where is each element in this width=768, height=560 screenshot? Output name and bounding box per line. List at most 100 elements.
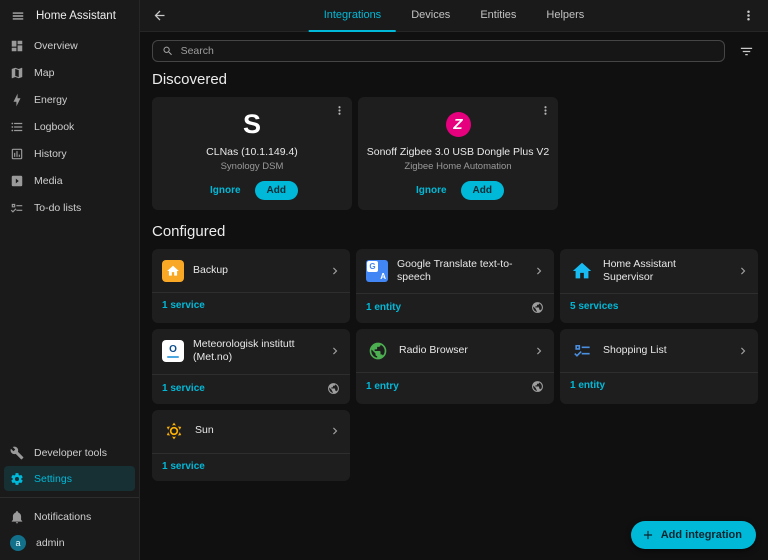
entities-link[interactable]: 1 service xyxy=(162,383,205,394)
entities-link[interactable]: 1 entity xyxy=(570,380,605,391)
discovered-subtitle: Synology DSM xyxy=(220,161,284,172)
tab-entities[interactable]: Entities xyxy=(465,0,531,32)
sidebar-item-user[interactable]: a admin xyxy=(4,530,135,555)
card-menu-button[interactable] xyxy=(331,102,348,119)
view-dashboard-icon xyxy=(10,39,24,53)
discovered-subtitle: Zigbee Home Automation xyxy=(404,161,512,172)
cloud-polling-icon xyxy=(327,382,340,395)
integration-row[interactable]: Backup xyxy=(152,249,350,293)
google-translate-icon: GA xyxy=(366,260,388,283)
integration-footer: 1 service xyxy=(152,293,350,320)
integration-row[interactable]: GA Google Translate text-to-speech xyxy=(356,249,554,295)
chart-box-icon xyxy=(10,147,24,161)
plus-icon xyxy=(641,528,655,542)
filter-icon xyxy=(739,44,754,59)
discovered-actions: Ignore Add xyxy=(366,181,550,200)
chevron-right-icon xyxy=(328,264,342,278)
integration-row[interactable]: Radio Browser xyxy=(356,329,554,374)
integration-card-backup: Backup 1 service xyxy=(152,249,350,324)
integration-footer: 1 service xyxy=(152,454,350,481)
add-integration-button[interactable]: Add integration xyxy=(630,521,756,549)
radio-browser-icon xyxy=(366,339,390,363)
sidebar-item-energy[interactable]: Energy xyxy=(4,87,135,112)
chevron-right-icon xyxy=(328,344,342,358)
chevron-right-icon xyxy=(328,424,342,438)
entities-link[interactable]: 1 entry xyxy=(366,381,399,392)
sidebar-item-map[interactable]: Map xyxy=(4,60,135,85)
chevron-right-icon xyxy=(736,264,750,278)
sidebar-header: Home Assistant xyxy=(0,0,139,32)
gear-icon xyxy=(10,472,24,486)
sidebar-item-developer-tools[interactable]: Developer tools xyxy=(4,440,135,465)
home-assistant-logo-icon xyxy=(570,259,594,283)
sidebar-item-settings[interactable]: Settings xyxy=(4,466,135,491)
sidebar-item-media[interactable]: Media xyxy=(4,168,135,193)
app-root: Home Assistant Overview Map Energy Logbo… xyxy=(0,0,768,560)
play-box-icon xyxy=(10,174,24,188)
sidebar-item-todo-lists[interactable]: To-do lists xyxy=(4,195,135,220)
integration-row[interactable]: Shopping List xyxy=(560,329,758,374)
entities-link[interactable]: 1 service xyxy=(162,461,205,472)
integration-row[interactable]: O Meteorologisk institutt (Met.no) xyxy=(152,329,350,375)
back-button[interactable] xyxy=(150,6,169,25)
dots-vertical-icon xyxy=(333,104,346,117)
sidebar-item-history[interactable]: History xyxy=(4,141,135,166)
integration-card-metno: O Meteorologisk institutt (Met.no) 1 ser… xyxy=(152,329,350,404)
search-input[interactable] xyxy=(180,45,715,57)
discovered-actions: Ignore Add xyxy=(160,181,344,200)
tab-helpers[interactable]: Helpers xyxy=(531,0,599,32)
wrench-icon xyxy=(10,446,24,460)
discovered-name: CLNas (10.1.149.4) xyxy=(206,146,298,158)
configured-grid: Backup 1 service GA Google Translate tex… xyxy=(152,249,758,481)
shopping-list-icon xyxy=(570,339,594,363)
discovered-name: Sonoff Zigbee 3.0 USB Dongle Plus V2 xyxy=(366,146,550,158)
tab-integrations[interactable]: Integrations xyxy=(308,0,397,32)
filter-button[interactable] xyxy=(737,42,756,61)
synology-logo: S xyxy=(242,108,261,139)
ignore-button[interactable]: Ignore xyxy=(412,182,451,199)
discovered-card-synology: S CLNas (10.1.149.4) Synology DSM Ignore… xyxy=(152,97,352,210)
discovered-card-zigbee: Z Sonoff Zigbee 3.0 USB Dongle Plus V2 Z… xyxy=(358,97,558,210)
add-button[interactable]: Add xyxy=(254,181,298,200)
integration-card-shopping-list: Shopping List 1 entity xyxy=(560,329,758,404)
zigbee-logo: Z xyxy=(366,107,550,141)
check-list-icon xyxy=(10,201,24,215)
chevron-right-icon xyxy=(532,344,546,358)
entities-link[interactable]: 5 services xyxy=(570,301,618,312)
integration-footer: 1 service xyxy=(152,375,350,404)
flash-icon xyxy=(10,93,24,107)
sidebar-item-notifications[interactable]: Notifications xyxy=(4,504,135,529)
top-bar: Integrations Devices Entities Helpers xyxy=(140,0,768,32)
tab-devices[interactable]: Devices xyxy=(396,0,465,32)
map-icon xyxy=(10,66,24,80)
search-bar[interactable] xyxy=(152,40,725,62)
sidebar-item-logbook[interactable]: Logbook xyxy=(4,114,135,139)
entities-link[interactable]: 1 entity xyxy=(366,302,401,313)
integration-footer: 1 entity xyxy=(560,373,758,400)
cloud-polling-icon xyxy=(531,380,544,393)
backup-icon xyxy=(162,259,184,282)
dots-vertical-icon xyxy=(741,8,756,23)
sidebar-item-overview[interactable]: Overview xyxy=(4,33,135,58)
overflow-menu-button[interactable] xyxy=(739,6,758,25)
integration-footer: 1 entry xyxy=(356,373,554,402)
integration-row[interactable]: Home Assistant Supervisor xyxy=(560,249,758,295)
search-row xyxy=(152,40,756,62)
integration-row[interactable]: Sun xyxy=(152,410,350,454)
bell-icon xyxy=(10,510,24,524)
app-title: Home Assistant xyxy=(36,10,116,22)
search-icon xyxy=(162,45,174,57)
tab-bar: Integrations Devices Entities Helpers xyxy=(308,0,600,32)
add-button[interactable]: Add xyxy=(460,181,504,200)
metno-icon: O xyxy=(162,340,184,363)
avatar: a xyxy=(10,534,26,551)
card-menu-button[interactable] xyxy=(537,102,554,119)
ignore-button[interactable]: Ignore xyxy=(206,182,245,199)
integration-footer: 1 entity xyxy=(356,294,554,323)
chevron-right-icon xyxy=(736,344,750,358)
sidebar-bottom: Developer tools Settings Notifications a… xyxy=(0,439,139,560)
sidebar-toggle-icon[interactable] xyxy=(9,7,27,25)
entities-link[interactable]: 1 service xyxy=(162,300,205,311)
discovered-heading: Discovered xyxy=(152,71,228,88)
sun-icon xyxy=(162,419,186,443)
